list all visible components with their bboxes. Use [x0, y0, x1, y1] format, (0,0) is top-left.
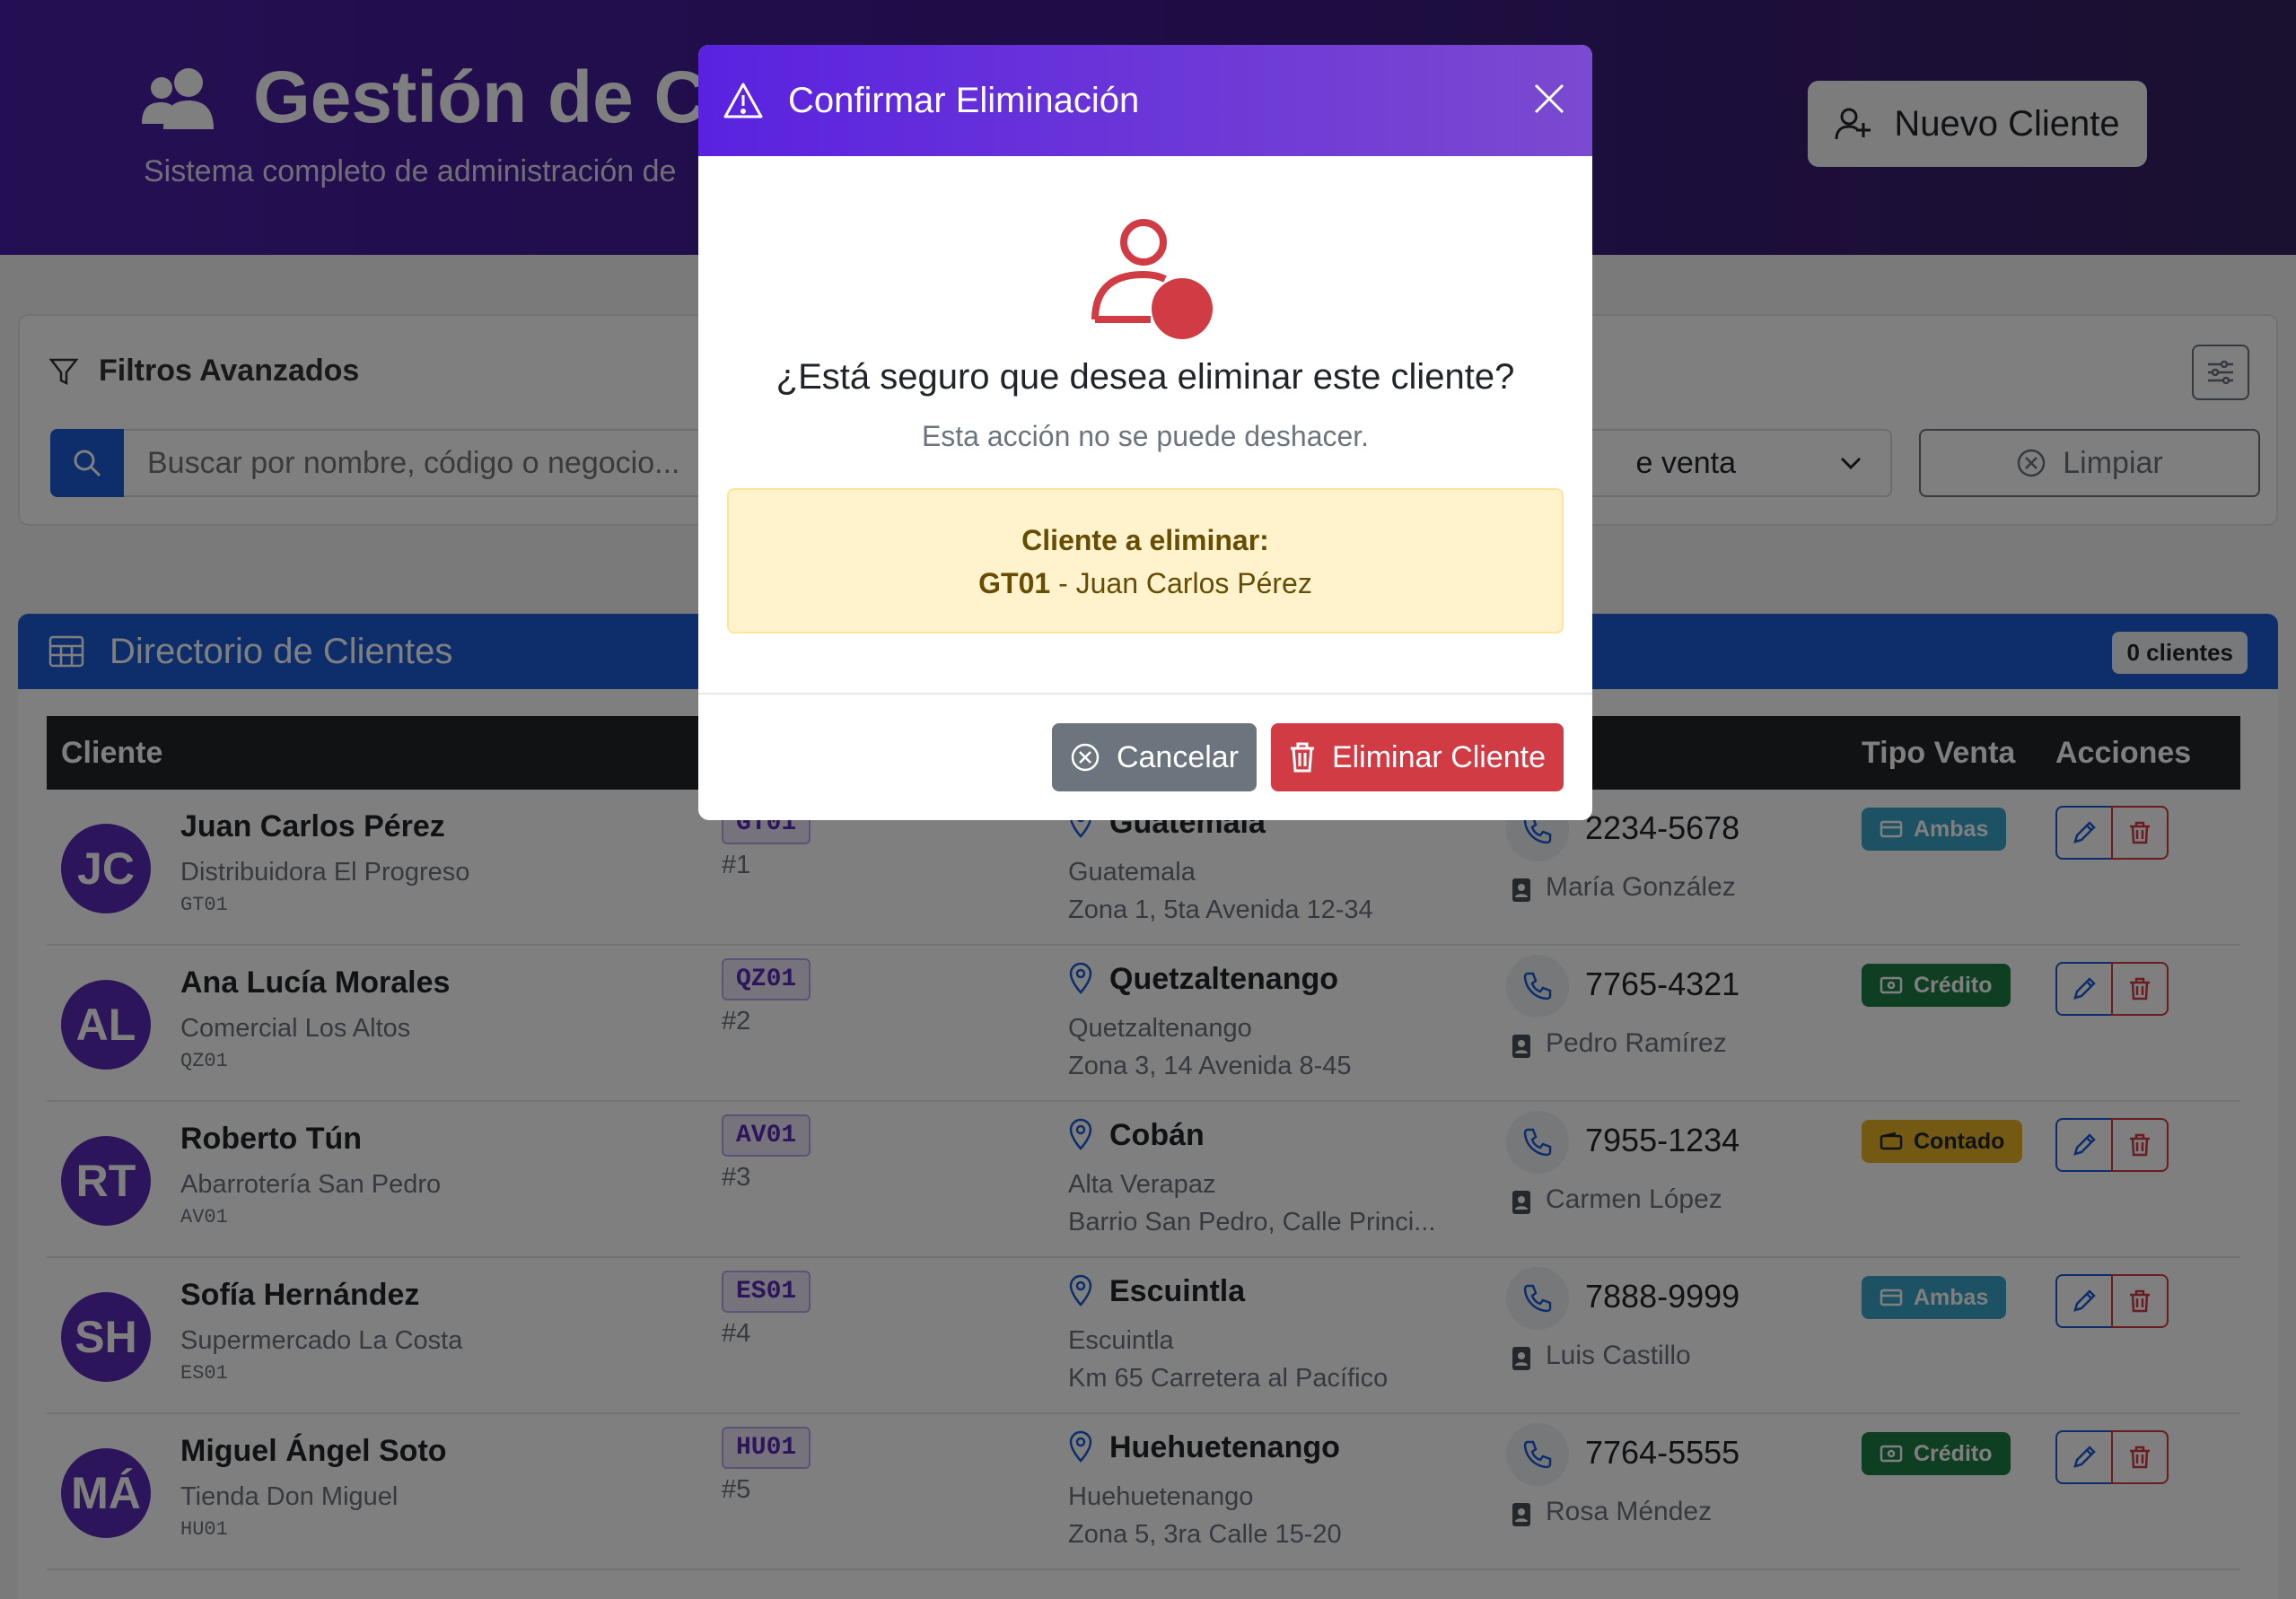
client-to-delete-label: Cliente a eliminar: — [1021, 524, 1269, 556]
modal-divider — [698, 693, 1592, 695]
client-to-delete-name: Juan Carlos Pérez — [1075, 567, 1312, 599]
client-to-delete-code: GT01 — [978, 567, 1051, 599]
client-to-delete-box: Cliente a eliminar: GT01 - Juan Carlos P… — [727, 488, 1564, 633]
close-icon[interactable] — [1531, 81, 1567, 117]
delete-client-button[interactable]: Eliminar Cliente — [1271, 723, 1564, 791]
client-to-delete-value: GT01 - Juan Carlos Pérez — [729, 567, 1562, 600]
cancel-button[interactable]: Cancelar — [1052, 723, 1257, 791]
confirm-delete-modal: Confirmar Eliminación ¿Está seguro que d… — [698, 45, 1592, 820]
modal-header: Confirmar Eliminación — [698, 45, 1592, 156]
confirm-subtext: Esta acción no se puede deshacer. — [921, 420, 1370, 452]
modal-title: Confirmar Eliminación — [788, 80, 1140, 120]
warning-triangle-icon — [723, 83, 763, 118]
user-remove-icon — [1091, 219, 1213, 339]
trash-icon — [1290, 742, 1314, 773]
circle-x-icon — [1071, 743, 1100, 772]
confirm-question: ¿Está seguro que desea eliminar este cli… — [776, 357, 1515, 397]
client-to-delete-separator: - — [1050, 567, 1076, 599]
